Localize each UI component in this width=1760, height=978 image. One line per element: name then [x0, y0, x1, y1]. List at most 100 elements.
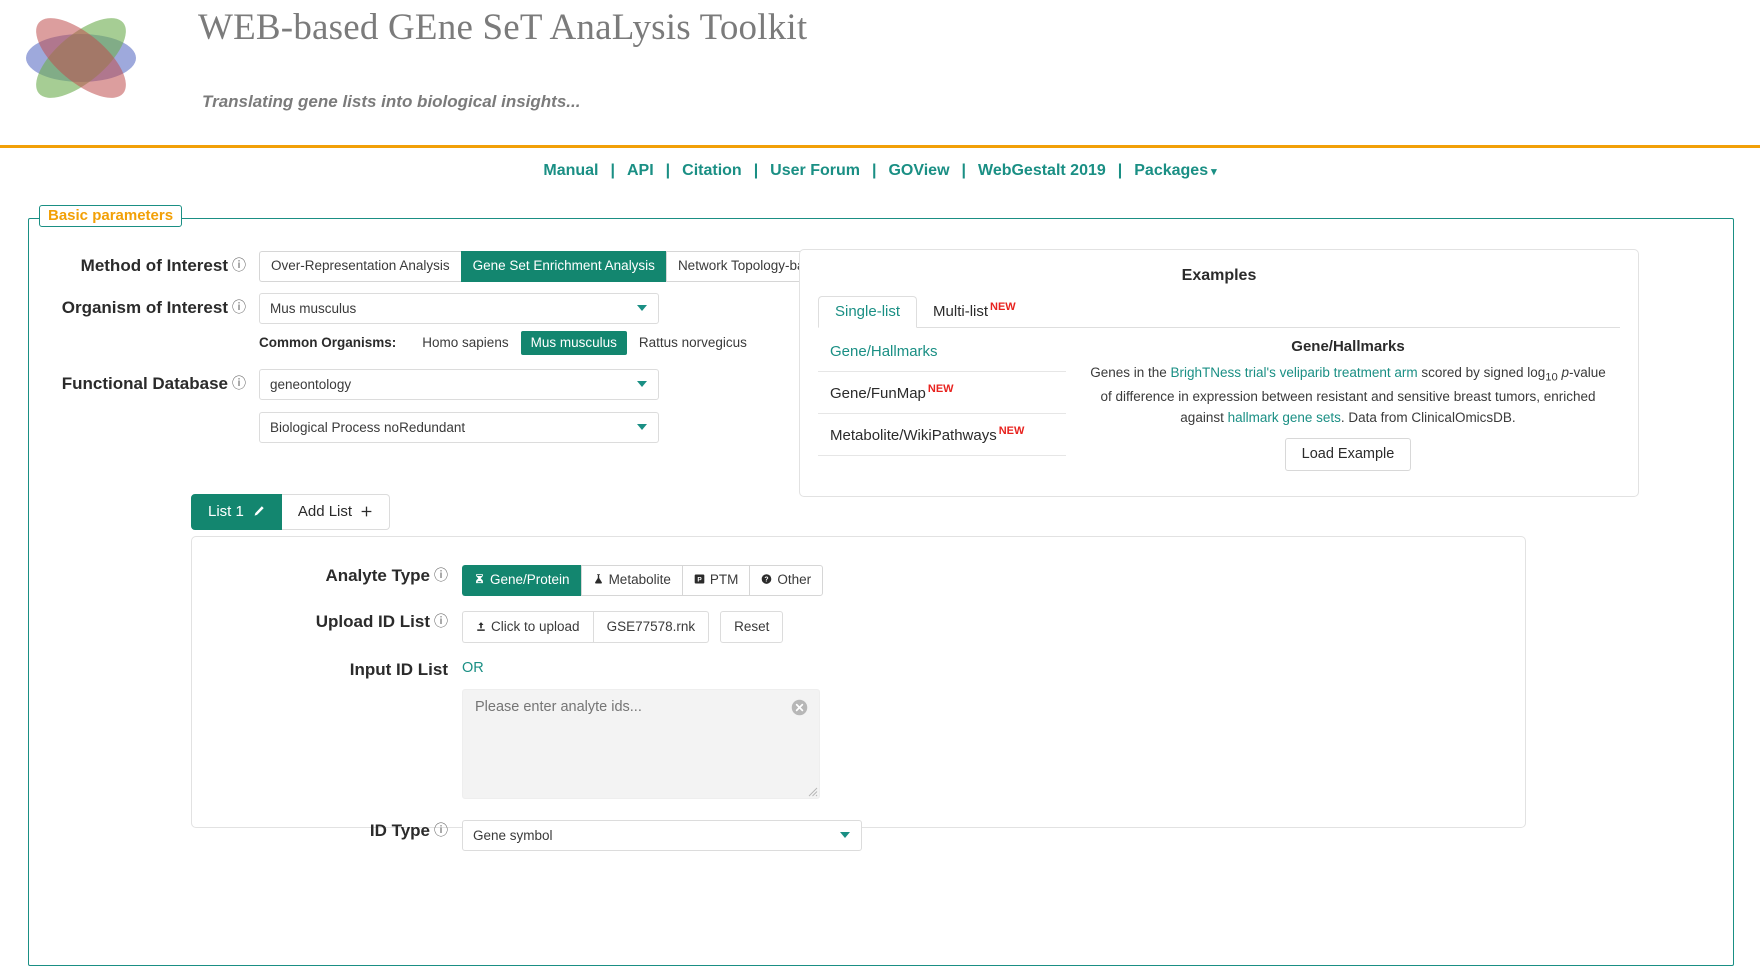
chevron-down-icon: [637, 381, 647, 388]
upload-id-list-label-text: Upload ID List: [315, 611, 430, 631]
nav-packages-label: Packages: [1134, 161, 1209, 179]
chevron-down-icon: [840, 832, 850, 839]
functional-database-sub-select[interactable]: Biological Process noRedundant: [259, 411, 659, 443]
example-item-gene-hallmarks[interactable]: Gene/Hallmarks: [818, 332, 1066, 372]
nav-link-manual[interactable]: Manual: [531, 162, 610, 180]
help-icon[interactable]: ⓘ: [434, 820, 448, 840]
analyte-option-metabolite[interactable]: Metabolite: [580, 565, 682, 596]
tab-multi-list[interactable]: Multi-list NEW: [917, 295, 1032, 327]
common-organisms-row: Common Organisms: Homo sapiens Mus muscu…: [259, 330, 759, 355]
common-organism-mus-musculus[interactable]: Mus musculus: [520, 330, 627, 355]
desc-subscript-10: 10: [1545, 371, 1558, 384]
organism-of-interest-label: Organism of Interest ⓘ: [59, 293, 259, 318]
question-circle-icon: ?: [762, 574, 772, 584]
tab-multi-list-label: Multi-list: [933, 303, 989, 320]
examples-list: Gene/Hallmarks Gene/FunMap NEW Metabolite…: [818, 328, 1066, 477]
chevron-down-icon: [637, 305, 647, 312]
list-configuration-card: Analyte Type ⓘ Gene/Protein Metabolite PP…: [191, 536, 1526, 851]
link-hallmark-gene-sets[interactable]: hallmark gene sets: [1228, 410, 1341, 425]
site-tagline: Translating gene lists into biological i…: [202, 92, 581, 112]
id-type-value: Gene symbol: [473, 827, 553, 843]
analyte-type-row: Analyte Type ⓘ Gene/Protein Metabolite PP…: [192, 565, 1525, 596]
example-item-metabolite-wikipathways-label: Metabolite/WikiPathways: [830, 427, 997, 444]
id-type-label-text: ID Type: [369, 820, 430, 840]
method-option-ora[interactable]: Over-Representation Analysis: [259, 251, 461, 282]
analyte-option-other[interactable]: ? Other: [749, 565, 824, 596]
analyte-option-ptm-label: PTM: [709, 572, 739, 587]
analyte-type-label: Analyte Type ⓘ: [192, 565, 462, 586]
link-brightness-trial[interactable]: BrighTNess trial's veliparib treatment a…: [1171, 365, 1418, 380]
common-organism-rattus-norvegicus[interactable]: Rattus norvegicus: [629, 331, 757, 355]
input-id-list-textarea[interactable]: [462, 688, 820, 799]
method-of-interest-label-text: Method of Interest: [80, 256, 228, 275]
or-separator-label: OR: [462, 659, 484, 676]
example-detail: Gene/Hallmarks Genes in the BrighTNess t…: [1066, 328, 1620, 477]
example-item-gene-funmap[interactable]: Gene/FunMap NEW: [818, 372, 1066, 414]
list-tab-list-1[interactable]: List 1: [191, 494, 282, 530]
input-id-list-textarea-wrapper: [462, 688, 820, 799]
common-organism-homo-sapiens[interactable]: Homo sapiens: [412, 331, 518, 355]
tab-single-list[interactable]: Single-list: [818, 296, 918, 328]
desc-text-5: . Data from ClinicalOmicsDB.: [1340, 410, 1516, 426]
method-of-interest-label: Method of Interest ⓘ: [59, 251, 259, 276]
common-organisms-label: Common Organisms:: [259, 335, 397, 351]
desc-text-1: Genes in the: [1090, 365, 1171, 380]
basic-parameters-panel: Basic parameters Method of Interest ⓘ Ove…: [28, 205, 1734, 966]
nav-link-user-forum[interactable]: User Forum: [758, 162, 872, 180]
plus-icon: [361, 506, 372, 517]
analyte-option-metabolite-label: Metabolite: [608, 572, 671, 587]
chevron-down-icon: ▾: [1211, 165, 1217, 178]
input-id-list-label-text: Input ID List: [349, 659, 448, 679]
page-title: WEB-based GEne SeT AnaLysis Toolkit: [198, 7, 808, 48]
nav-link-packages[interactable]: Packages ▾: [1122, 162, 1228, 180]
help-icon[interactable]: ⓘ: [434, 611, 448, 631]
id-type-label: ID Type ⓘ: [192, 820, 462, 841]
help-icon[interactable]: ⓘ: [232, 255, 246, 275]
svg-text:?: ?: [765, 577, 769, 584]
pencil-icon[interactable]: [252, 505, 265, 518]
id-type-row: ID Type ⓘ Gene symbol: [192, 819, 1525, 851]
nav-link-api[interactable]: API: [615, 162, 666, 180]
example-item-gene-funmap-label: Gene/FunMap: [830, 385, 926, 402]
list-tabs: List 1 Add List: [191, 494, 391, 530]
main-navigation: Manual | API | Citation | User Forum | G…: [0, 148, 1760, 193]
nav-link-goview[interactable]: GOView: [876, 162, 961, 180]
organism-of-interest-label-text: Organism of Interest: [61, 297, 228, 317]
load-example-button[interactable]: Load Example: [1284, 437, 1412, 471]
example-detail-title: Gene/Hallmarks: [1291, 338, 1405, 355]
method-of-interest-button-group: Over-Representation Analysis Gene Set En…: [259, 251, 892, 282]
new-badge: NEW: [990, 301, 1016, 313]
method-of-interest-row: Method of Interest ⓘ Over-Representation …: [59, 251, 892, 282]
clear-circle-x-icon[interactable]: [791, 699, 808, 716]
click-to-upload-label: Click to upload: [491, 618, 580, 634]
upload-arrow-icon: [477, 621, 485, 631]
method-option-gsea[interactable]: Gene Set Enrichment Analysis: [460, 251, 666, 282]
list-tab-list-1-label: List 1: [208, 503, 244, 520]
uploaded-filename[interactable]: GSE77578.rnk: [592, 610, 710, 643]
organism-select[interactable]: Mus musculus: [259, 292, 659, 324]
upload-id-list-row: Upload ID List ⓘ Click to upload GSE77578…: [192, 610, 1525, 643]
organism-of-interest-row: Organism of Interest ⓘ Mus musculus Commo…: [59, 292, 859, 355]
click-to-upload-button[interactable]: Click to upload: [462, 610, 593, 643]
functional-database-label-text: Functional Database: [61, 373, 228, 393]
list-tab-add-list-label: Add List: [297, 503, 353, 520]
desc-italic-p: p: [1561, 365, 1570, 380]
flask-icon: [594, 574, 602, 584]
examples-panel: Examples Single-list Multi-list NEW Gene/…: [799, 249, 1639, 497]
nav-link-citation[interactable]: Citation: [670, 162, 754, 180]
id-type-select[interactable]: Gene symbol: [462, 819, 862, 851]
basic-parameters-form: Method of Interest ⓘ Over-Representation …: [59, 251, 892, 454]
analyte-option-ptm[interactable]: P PTM: [681, 565, 750, 596]
nav-link-webgestalt-2019[interactable]: WebGestalt 2019: [966, 162, 1118, 180]
analyte-type-label-text: Analyte Type: [325, 566, 430, 585]
reset-upload-button[interactable]: Reset: [720, 610, 784, 643]
functional-database-label: Functional Database ⓘ: [59, 369, 259, 394]
help-icon[interactable]: ⓘ: [232, 297, 246, 317]
example-item-metabolite-wikipathways[interactable]: Metabolite/WikiPathways NEW: [818, 414, 1066, 456]
help-icon[interactable]: ⓘ: [434, 565, 448, 585]
list-tab-add-list[interactable]: Add List: [281, 494, 391, 530]
examples-body: Gene/Hallmarks Gene/FunMap NEW Metabolite…: [818, 327, 1620, 477]
help-icon[interactable]: ⓘ: [232, 373, 246, 393]
analyte-option-gene-protein[interactable]: Gene/Protein: [462, 565, 581, 596]
functional-database-select[interactable]: geneontology: [259, 368, 659, 400]
